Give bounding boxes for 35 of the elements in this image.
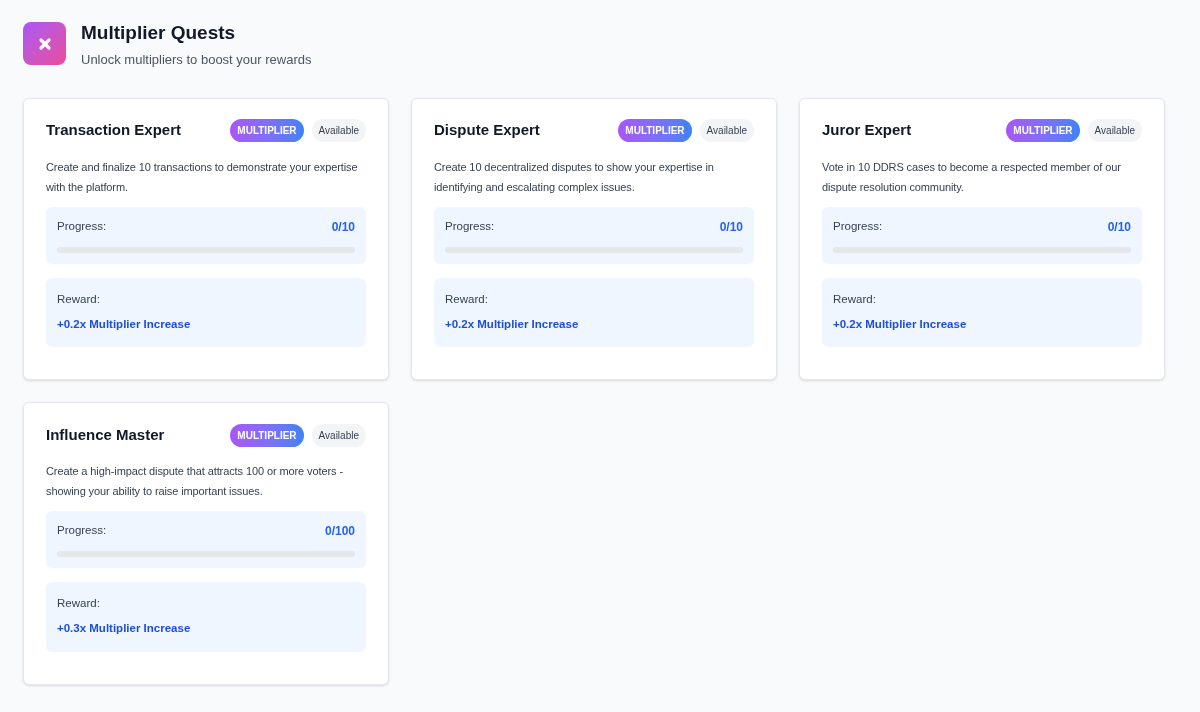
multiplier-badge: MULTIPLIER <box>618 119 692 142</box>
quest-description: Create and finalize 10 transactions to demonstrate your expertise with the platform. <box>46 159 359 195</box>
progress-count: 0/10 <box>1107 218 1131 236</box>
quest-description: Create 10 decentralized disputes to show your expertise in identifying and escalating complex issues. <box>434 159 715 195</box>
progress-count: 0/100 <box>324 523 355 540</box>
status-badge: Available <box>311 423 366 447</box>
reward-value: +0.3x Multiplier Increase <box>57 621 192 637</box>
progress-count: 0/10 <box>719 218 743 236</box>
reward-value: +0.2x Multiplier Increase <box>833 316 968 332</box>
multiplier-badge: MULTIPLIER <box>230 119 304 142</box>
reward-label: Reward: <box>833 291 877 307</box>
progress-label: Progress: <box>833 218 883 234</box>
quest-title: Dispute Expert <box>434 120 540 141</box>
quest-title: Transaction Expert <box>46 120 182 141</box>
quest-description: Create a high-impact dispute that attracts 100 or more voters - showing your ability to raise important issues. <box>46 464 344 499</box>
status-badge: Available <box>311 119 366 142</box>
status-badge: Available <box>699 119 754 142</box>
quest-title: Juror Expert <box>822 120 912 141</box>
page-subtitle: Unlock multipliers to boost your rewards <box>81 51 312 69</box>
quest-title: Influence Master <box>46 424 165 445</box>
multiplier-badge: MULTIPLIER <box>230 423 304 447</box>
progress-count: 0/10 <box>331 218 355 236</box>
logo-icon <box>23 22 66 65</box>
progress-label: Progress: <box>57 218 107 234</box>
multiplier-badge: MULTIPLIER <box>1006 119 1080 142</box>
status-badge: Available <box>1087 119 1142 142</box>
progress-label: Progress: <box>445 218 495 234</box>
reward-label: Reward: <box>57 596 101 611</box>
quest-description: Vote in 10 DDRS cases to become a respected member of our dispute resolution community. <box>822 159 1122 195</box>
page-title: Multiplier Quests <box>81 21 237 45</box>
reward-value: +0.2x Multiplier Increase <box>57 316 192 332</box>
reward-label: Reward: <box>445 291 489 307</box>
reward-label: Reward: <box>57 291 101 307</box>
progress-label: Progress: <box>57 523 107 539</box>
reward-value: +0.2x Multiplier Increase <box>445 316 580 332</box>
